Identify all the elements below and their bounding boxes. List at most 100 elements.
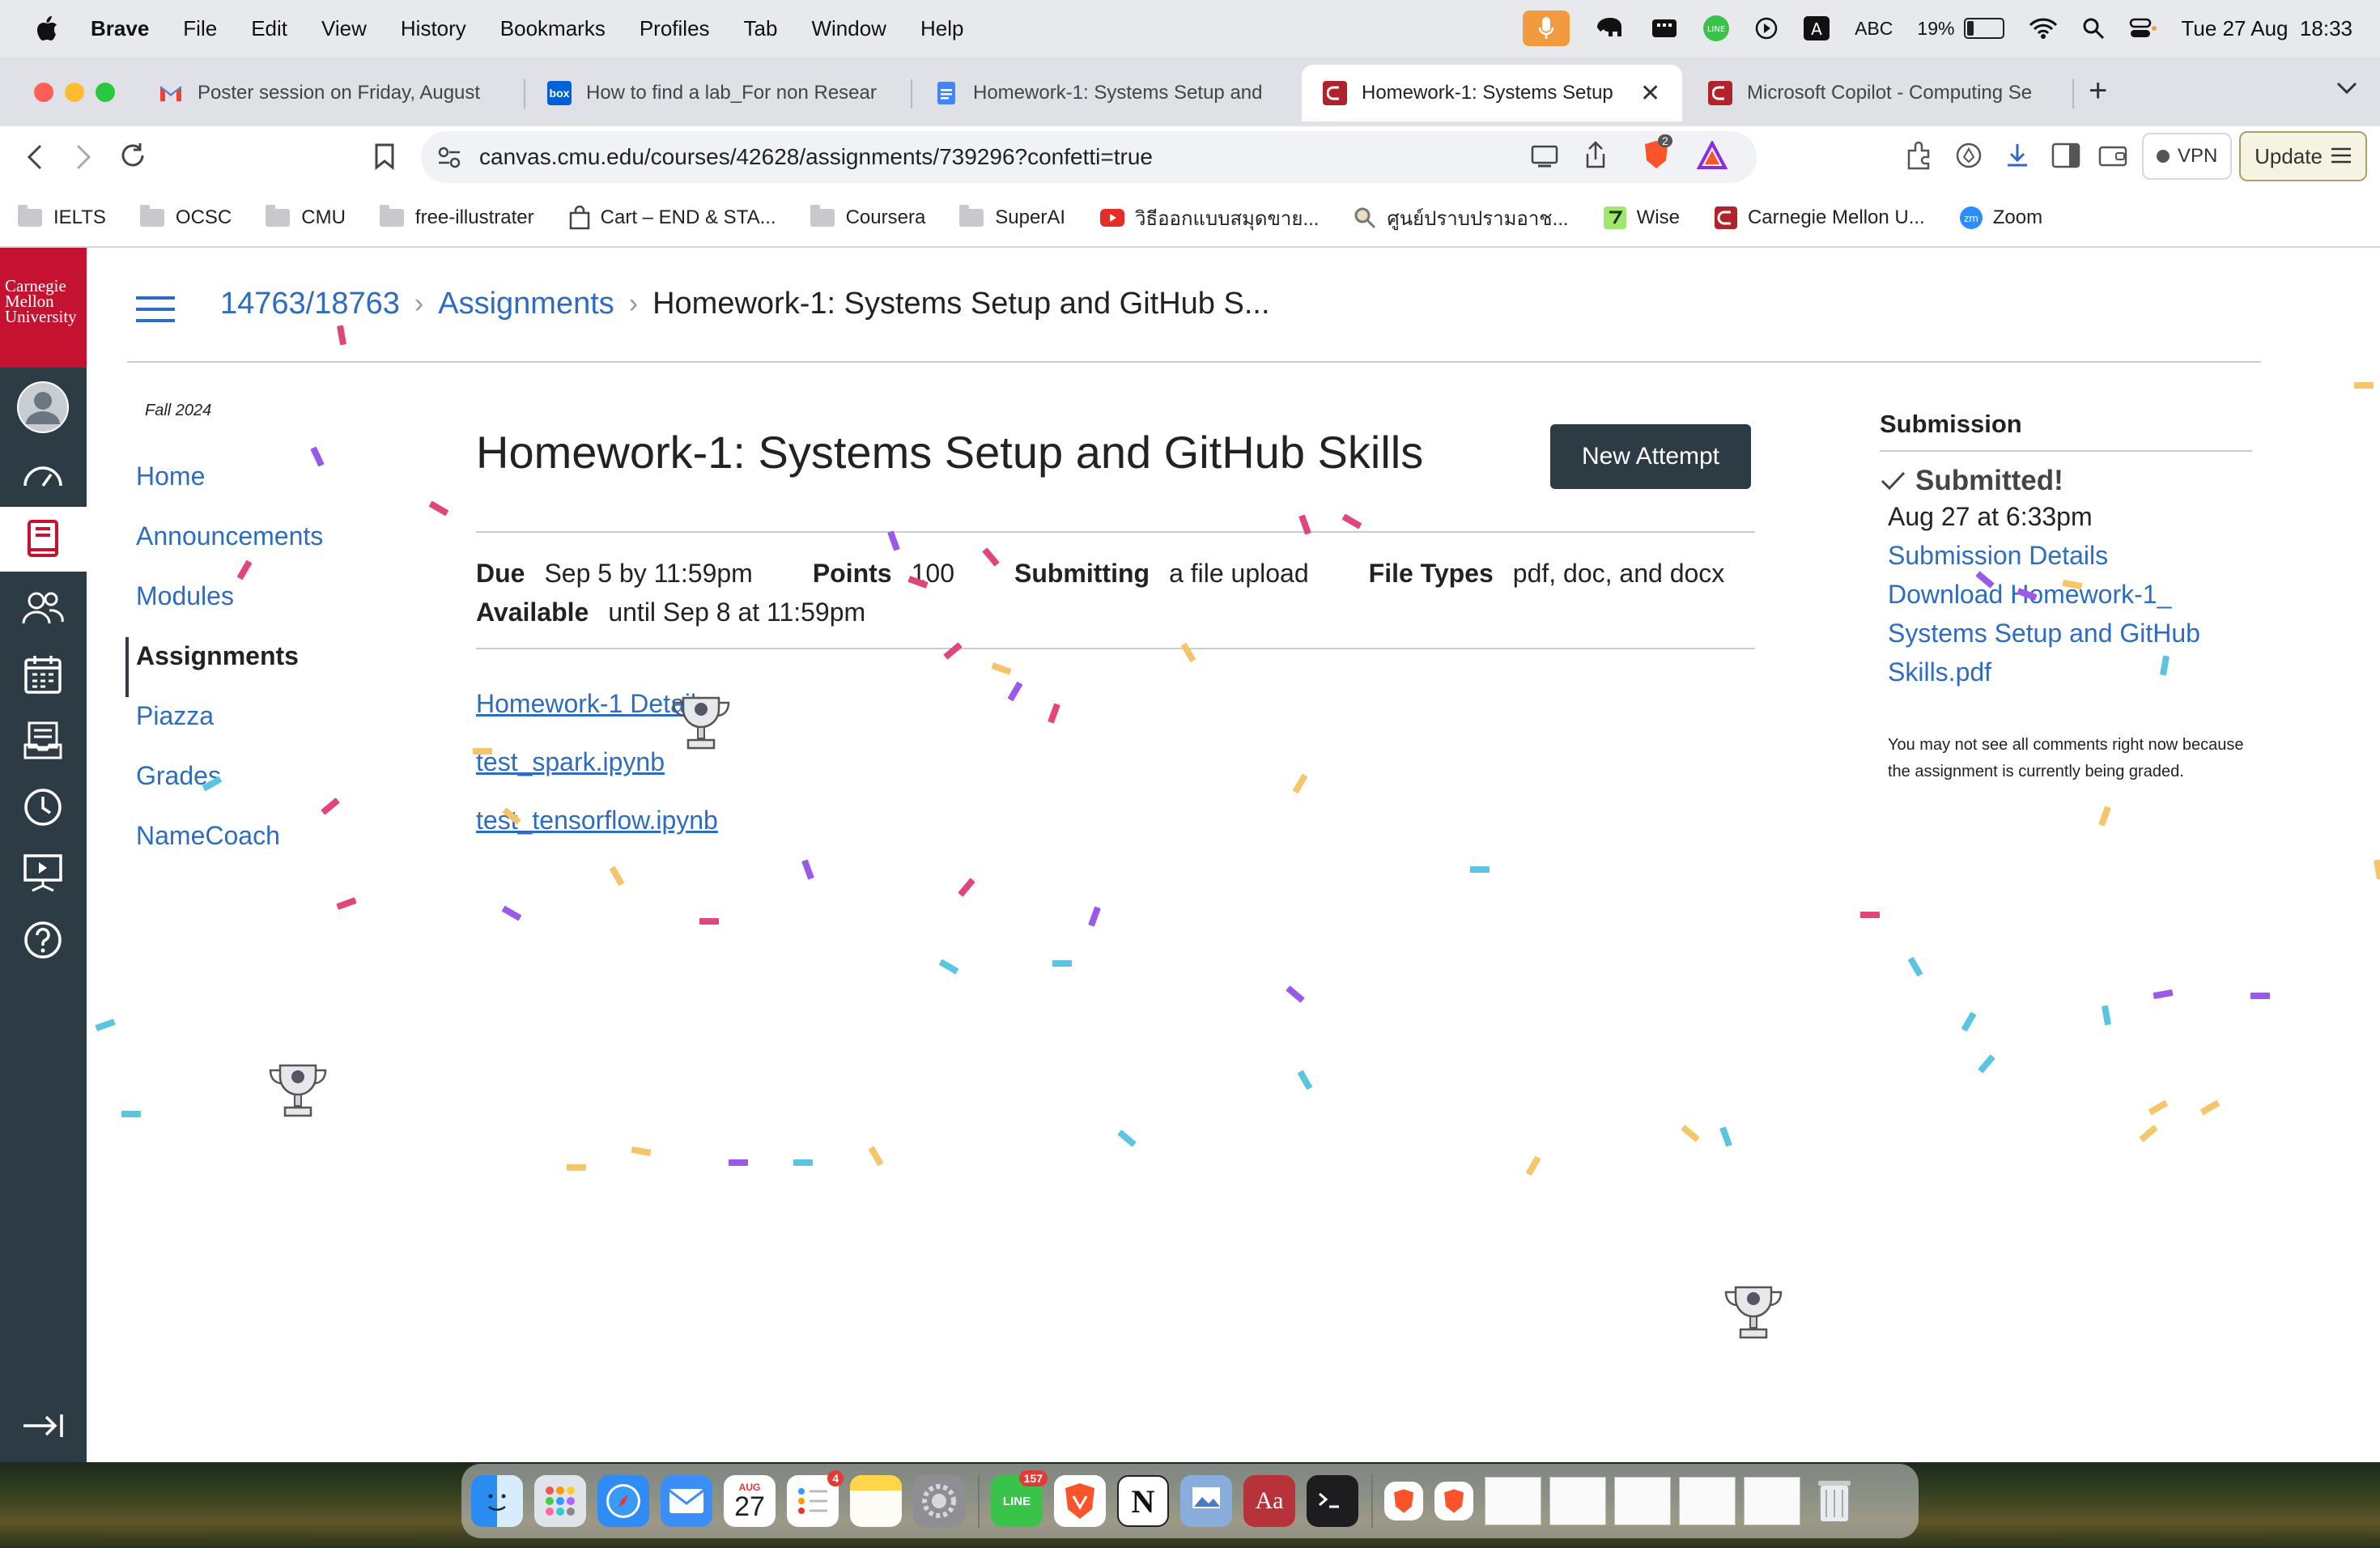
brave-shields-icon[interactable]: 2 <box>1642 134 1672 177</box>
bookmark-item[interactable]: IELTS <box>18 205 106 229</box>
menu-view[interactable]: View <box>321 16 367 41</box>
line-app-icon[interactable]: LINE 157 <box>991 1470 1048 1527</box>
inbox-icon[interactable] <box>15 712 71 769</box>
menu-clock[interactable]: Tue 27 Aug 18:33 <box>2181 16 2352 41</box>
minimize-window-button[interactable] <box>65 83 84 102</box>
menu-window[interactable]: Window <box>811 16 886 41</box>
breadcrumb-assignments[interactable]: Assignments <box>438 287 614 321</box>
forward-icon[interactable] <box>71 142 94 176</box>
bookmark-item[interactable]: Carnegie Mellon U... <box>1714 206 1925 230</box>
download-submission-link[interactable]: Systems Setup and GitHub <box>1880 614 2252 653</box>
reload-icon[interactable] <box>118 141 147 174</box>
course-menu-toggle-icon[interactable] <box>136 288 175 330</box>
url-text[interactable]: canvas.cmu.edu/courses/42628/assignments… <box>479 144 1153 170</box>
apple-icon[interactable] <box>31 15 63 42</box>
minimized-window-thumbnail[interactable] <box>1614 1477 1671 1525</box>
leo-ai-icon[interactable] <box>1954 141 1983 174</box>
course-nav-assignments[interactable]: Assignments <box>125 637 323 697</box>
history-clock-icon[interactable] <box>15 779 71 836</box>
bookmark-item[interactable]: OCSC <box>139 205 232 229</box>
courses-icon[interactable] <box>0 507 87 572</box>
reminders-icon[interactable]: 4 <box>787 1470 844 1527</box>
course-nav-namecoach[interactable]: NameCoach <box>125 817 323 877</box>
safari-icon[interactable] <box>597 1475 649 1527</box>
calendar-icon[interactable] <box>15 646 71 703</box>
menu-tab[interactable]: Tab <box>744 16 778 41</box>
extensions-icon[interactable] <box>1904 141 1933 174</box>
minimized-window-thumbnail[interactable] <box>1679 1477 1736 1525</box>
account-avatar-icon[interactable] <box>15 379 71 436</box>
menu-edit[interactable]: Edit <box>251 16 287 41</box>
submission-details-link[interactable]: Submission Details <box>1880 536 2252 575</box>
tab-copilot[interactable]: Microsoft Copilot - Computing Se <box>1708 65 2056 121</box>
system-settings-icon[interactable] <box>913 1475 965 1527</box>
course-nav-announcements[interactable]: Announcements <box>125 517 323 577</box>
bookmark-item[interactable]: Coursera <box>810 205 925 229</box>
notes-icon[interactable] <box>850 1475 902 1527</box>
menu-help[interactable]: Help <box>920 16 963 41</box>
download-submission-link[interactable]: Skills.pdf <box>1880 653 2252 691</box>
bookmark-item[interactable]: zm Zoom <box>1959 206 2042 230</box>
bookmark-item[interactable]: วิธีออกแบบสมุดขาย... <box>1099 202 1319 234</box>
share-icon[interactable] <box>1583 141 1608 176</box>
course-nav-grades[interactable]: Grades <box>125 757 323 817</box>
tab-google-docs[interactable]: Homework-1: Systems Setup and <box>934 65 1282 121</box>
vpn-button[interactable]: VPN <box>2142 133 2233 180</box>
media-icon[interactable] <box>1651 18 1678 39</box>
course-nav-piazza[interactable]: Piazza <box>125 697 323 757</box>
menu-app-name[interactable]: Brave <box>91 16 149 41</box>
finder-icon[interactable] <box>471 1475 523 1527</box>
microphone-icon[interactable] <box>1523 11 1570 46</box>
launchpad-icon[interactable] <box>534 1475 586 1527</box>
update-button[interactable]: Update <box>2239 131 2367 181</box>
terminal-icon[interactable] <box>1307 1475 1358 1527</box>
new-attempt-button[interactable]: New Attempt <box>1550 424 1751 489</box>
minimized-window-thumbnail[interactable] <box>1485 1477 1541 1525</box>
address-bar[interactable]: canvas.cmu.edu/courses/42628/assignments… <box>421 131 1757 183</box>
minimized-window-thumbnail[interactable] <box>1744 1477 1800 1525</box>
minimized-window-thumbnail[interactable] <box>1549 1477 1606 1525</box>
menu-history[interactable]: History <box>401 16 466 41</box>
breadcrumb-course[interactable]: 14763/18763 <box>220 287 400 321</box>
notion-icon[interactable]: N <box>1117 1475 1169 1527</box>
close-window-button[interactable] <box>34 83 53 102</box>
preview-icon[interactable] <box>1180 1475 1232 1527</box>
bookmark-item[interactable]: ศูนย์ปราบปรามอาช... <box>1353 202 1569 234</box>
tab-gmail[interactable]: Poster session on Friday, August <box>159 65 507 121</box>
wifi-icon[interactable] <box>2029 17 2058 40</box>
cast-icon[interactable] <box>1530 144 1561 174</box>
menu-bookmarks[interactable]: Bookmarks <box>500 16 606 41</box>
brave-minimized-icon[interactable] <box>1434 1482 1473 1520</box>
zoom-window-button[interactable] <box>96 83 115 102</box>
input-source-icon[interactable]: A <box>1803 15 1830 41</box>
mail-icon[interactable] <box>661 1475 712 1527</box>
studio-icon[interactable] <box>15 845 71 902</box>
help-icon[interactable] <box>15 912 71 968</box>
bookmark-item[interactable]: free-illustrater <box>379 205 534 229</box>
cmu-logo[interactable]: Carnegie Mellon University <box>0 248 87 368</box>
back-icon[interactable] <box>24 142 47 176</box>
dictionary-icon[interactable]: Aa <box>1243 1475 1295 1527</box>
brave-rewards-icon[interactable] <box>1696 139 1728 176</box>
tab-box[interactable]: box How to find a lab_For non Resear <box>547 65 895 121</box>
line-menu-icon[interactable]: LINE <box>1702 15 1730 42</box>
bookmark-item[interactable]: Wise <box>1603 206 1680 230</box>
control-center-icon[interactable] <box>2129 17 2157 40</box>
bookmark-item[interactable]: Cart – END & STA... <box>568 206 776 230</box>
collapse-nav-icon[interactable] <box>15 1397 71 1454</box>
bookmark-item[interactable]: SuperAI <box>959 205 1065 229</box>
site-settings-icon[interactable] <box>437 146 461 168</box>
course-nav-modules[interactable]: Modules <box>125 577 323 637</box>
download-icon[interactable] <box>2003 141 2032 174</box>
sidebar-toggle-icon[interactable] <box>2051 142 2080 172</box>
close-tab-icon[interactable]: ✕ <box>1640 79 1660 108</box>
brave-browser-icon[interactable] <box>1054 1475 1106 1527</box>
battery-icon[interactable] <box>1964 18 2005 39</box>
elephant-app-icon[interactable] <box>1594 16 1626 40</box>
menu-profiles[interactable]: Profiles <box>640 16 710 41</box>
bookmark-item[interactable]: CMU <box>266 205 346 229</box>
dashboard-icon[interactable] <box>15 446 71 503</box>
brave-minimized-icon[interactable] <box>1384 1482 1423 1520</box>
trash-icon[interactable] <box>1808 1475 1860 1527</box>
menu-file[interactable]: File <box>183 16 217 41</box>
